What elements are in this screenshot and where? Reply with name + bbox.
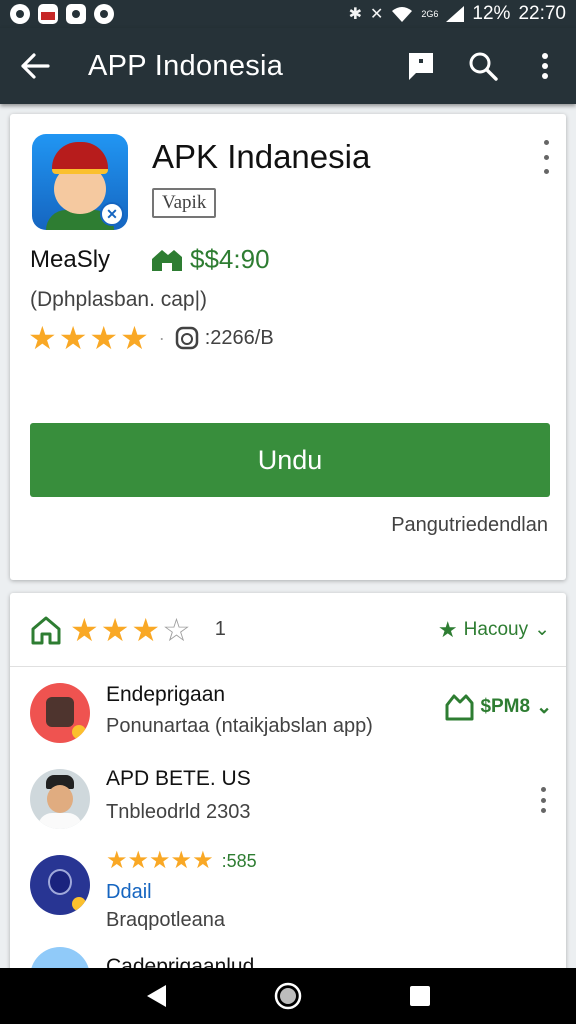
- star-icon: ★: [149, 847, 171, 874]
- filter-label: Hacouy: [463, 618, 529, 640]
- nav-back-button[interactable]: [131, 971, 181, 1021]
- app-notification-icon: [66, 4, 86, 24]
- nav-recents-button[interactable]: [395, 971, 445, 1021]
- star-icon: ★: [192, 847, 214, 874]
- mute-icon: ✕: [370, 6, 384, 23]
- item-rating-value: :585: [221, 850, 257, 871]
- star-icon: ★: [100, 611, 130, 648]
- star-icon: ★: [437, 616, 458, 642]
- nav-home-button[interactable]: [263, 971, 313, 1021]
- home-circle-icon: [274, 982, 302, 1010]
- app-menu-button[interactable]: [536, 140, 556, 174]
- house-icon: [31, 616, 61, 644]
- search-icon: [469, 52, 498, 81]
- header-stars: ★ ★ ★ ☆: [70, 614, 191, 646]
- search-button[interactable]: [452, 28, 514, 104]
- app-name: APK Indanesia: [152, 138, 371, 175]
- app-tag: Vapik: [152, 188, 217, 218]
- list-header: ★ ★ ★ ☆ 1 ★ Hacouy ⌄: [10, 593, 566, 667]
- clock: 22:70: [518, 3, 566, 24]
- overflow-menu-icon: [542, 53, 548, 79]
- chevron-down-icon: ⌄: [534, 619, 550, 640]
- location-notification-icon: [94, 4, 114, 24]
- house-icon: [152, 249, 182, 271]
- chevron-down-icon: ⌄: [536, 696, 552, 718]
- install-button[interactable]: Undu: [30, 423, 550, 497]
- navigation-bar: [0, 968, 576, 1024]
- star-icon: ★: [89, 320, 119, 356]
- download-count-icon: [175, 326, 198, 350]
- price-info: $$4:90: [150, 244, 270, 275]
- list-item[interactable]: Endeprigaan Ponunartaa (ntaikjabslan app…: [10, 679, 566, 759]
- star-icon: ★: [58, 320, 88, 356]
- signal-icon: [446, 6, 465, 22]
- avatar: [30, 855, 90, 915]
- back-triangle-icon: [147, 985, 166, 1007]
- list-item[interactable]: APD BETE. US Tnbleodrld 2303: [10, 763, 566, 843]
- star-icon: ★: [106, 847, 128, 874]
- status-bar-right: ✱ ✕ 2G6 12% 22:70: [349, 3, 566, 25]
- item-title: Endeprigaan: [106, 683, 226, 706]
- signal-text: 2G6: [421, 9, 439, 19]
- app-bar: APP Indonesia: [0, 28, 576, 104]
- app-subtitle: (Dphplasban. cap|): [30, 288, 208, 311]
- app-bar-title: APP Indonesia: [88, 49, 284, 82]
- back-button[interactable]: [0, 28, 70, 104]
- item-subtitle: Ponunartaa (ntaikjabslan app): [106, 715, 373, 737]
- avatar: [30, 769, 90, 829]
- battery-percent: 12%: [472, 3, 511, 24]
- wifi-icon: [392, 7, 413, 22]
- star-icon: ★: [127, 847, 150, 874]
- notification-icon: [10, 4, 30, 24]
- app-icon[interactable]: ✕: [32, 134, 128, 230]
- related-list-card: ★ ★ ★ ☆ 1 ★ Hacouy ⌄ Endeprigaan Ponunar…: [10, 593, 566, 973]
- overflow-menu-button[interactable]: [514, 28, 576, 104]
- item-subtitle: Braqpotleana: [106, 909, 225, 931]
- feedback-icon: [409, 53, 433, 80]
- tag-icon: [445, 694, 474, 721]
- item-menu-button[interactable]: [536, 787, 550, 813]
- item-price[interactable]: $PM8 ⌄: [444, 693, 552, 721]
- item-link[interactable]: Ddail: [106, 881, 152, 904]
- star-icon: ★: [70, 611, 99, 648]
- back-arrow-icon: [21, 53, 50, 79]
- item-rating: ★ ★ ★ ★ ★ :585: [106, 849, 257, 873]
- image-notification-icon: [38, 4, 58, 24]
- filter-dropdown[interactable]: ★ Hacouy ⌄: [438, 617, 550, 643]
- item-subtitle: Tnbleodrld 2303: [106, 801, 251, 823]
- rating-row: ★ ★ ★ ★ · :2266/B: [28, 320, 274, 356]
- star-icon: ★: [28, 320, 57, 356]
- price: $$4:90: [190, 244, 270, 274]
- rating-count: :2266/B: [204, 326, 274, 349]
- star-icon: ★: [170, 847, 193, 874]
- app-detail-card: ✕ APK Indanesia Vapik MeaSly $$4:90 (Dph…: [10, 114, 566, 580]
- list-item[interactable]: ★ ★ ★ ★ ★ :585 Ddail Braqpotleana: [10, 849, 566, 935]
- recents-square-icon: [410, 986, 430, 1006]
- star-icon: ★: [120, 320, 149, 356]
- star-icon: ★: [131, 611, 161, 648]
- developer-name[interactable]: MeaSly: [30, 246, 110, 274]
- bluetooth-icon: ✱: [348, 6, 362, 23]
- header-count: 1: [214, 618, 226, 640]
- verified-badge-icon: ✕: [100, 202, 124, 226]
- item-title: APD BETE. US: [106, 767, 251, 790]
- install-note[interactable]: Pangutriedendlan: [391, 514, 548, 537]
- avatar: [30, 683, 90, 743]
- status-bar: ✱ ✕ 2G6 12% 22:70: [0, 0, 576, 28]
- star-outline-icon: ☆: [162, 611, 191, 648]
- feedback-button[interactable]: [390, 28, 452, 104]
- status-bar-left: [10, 4, 114, 24]
